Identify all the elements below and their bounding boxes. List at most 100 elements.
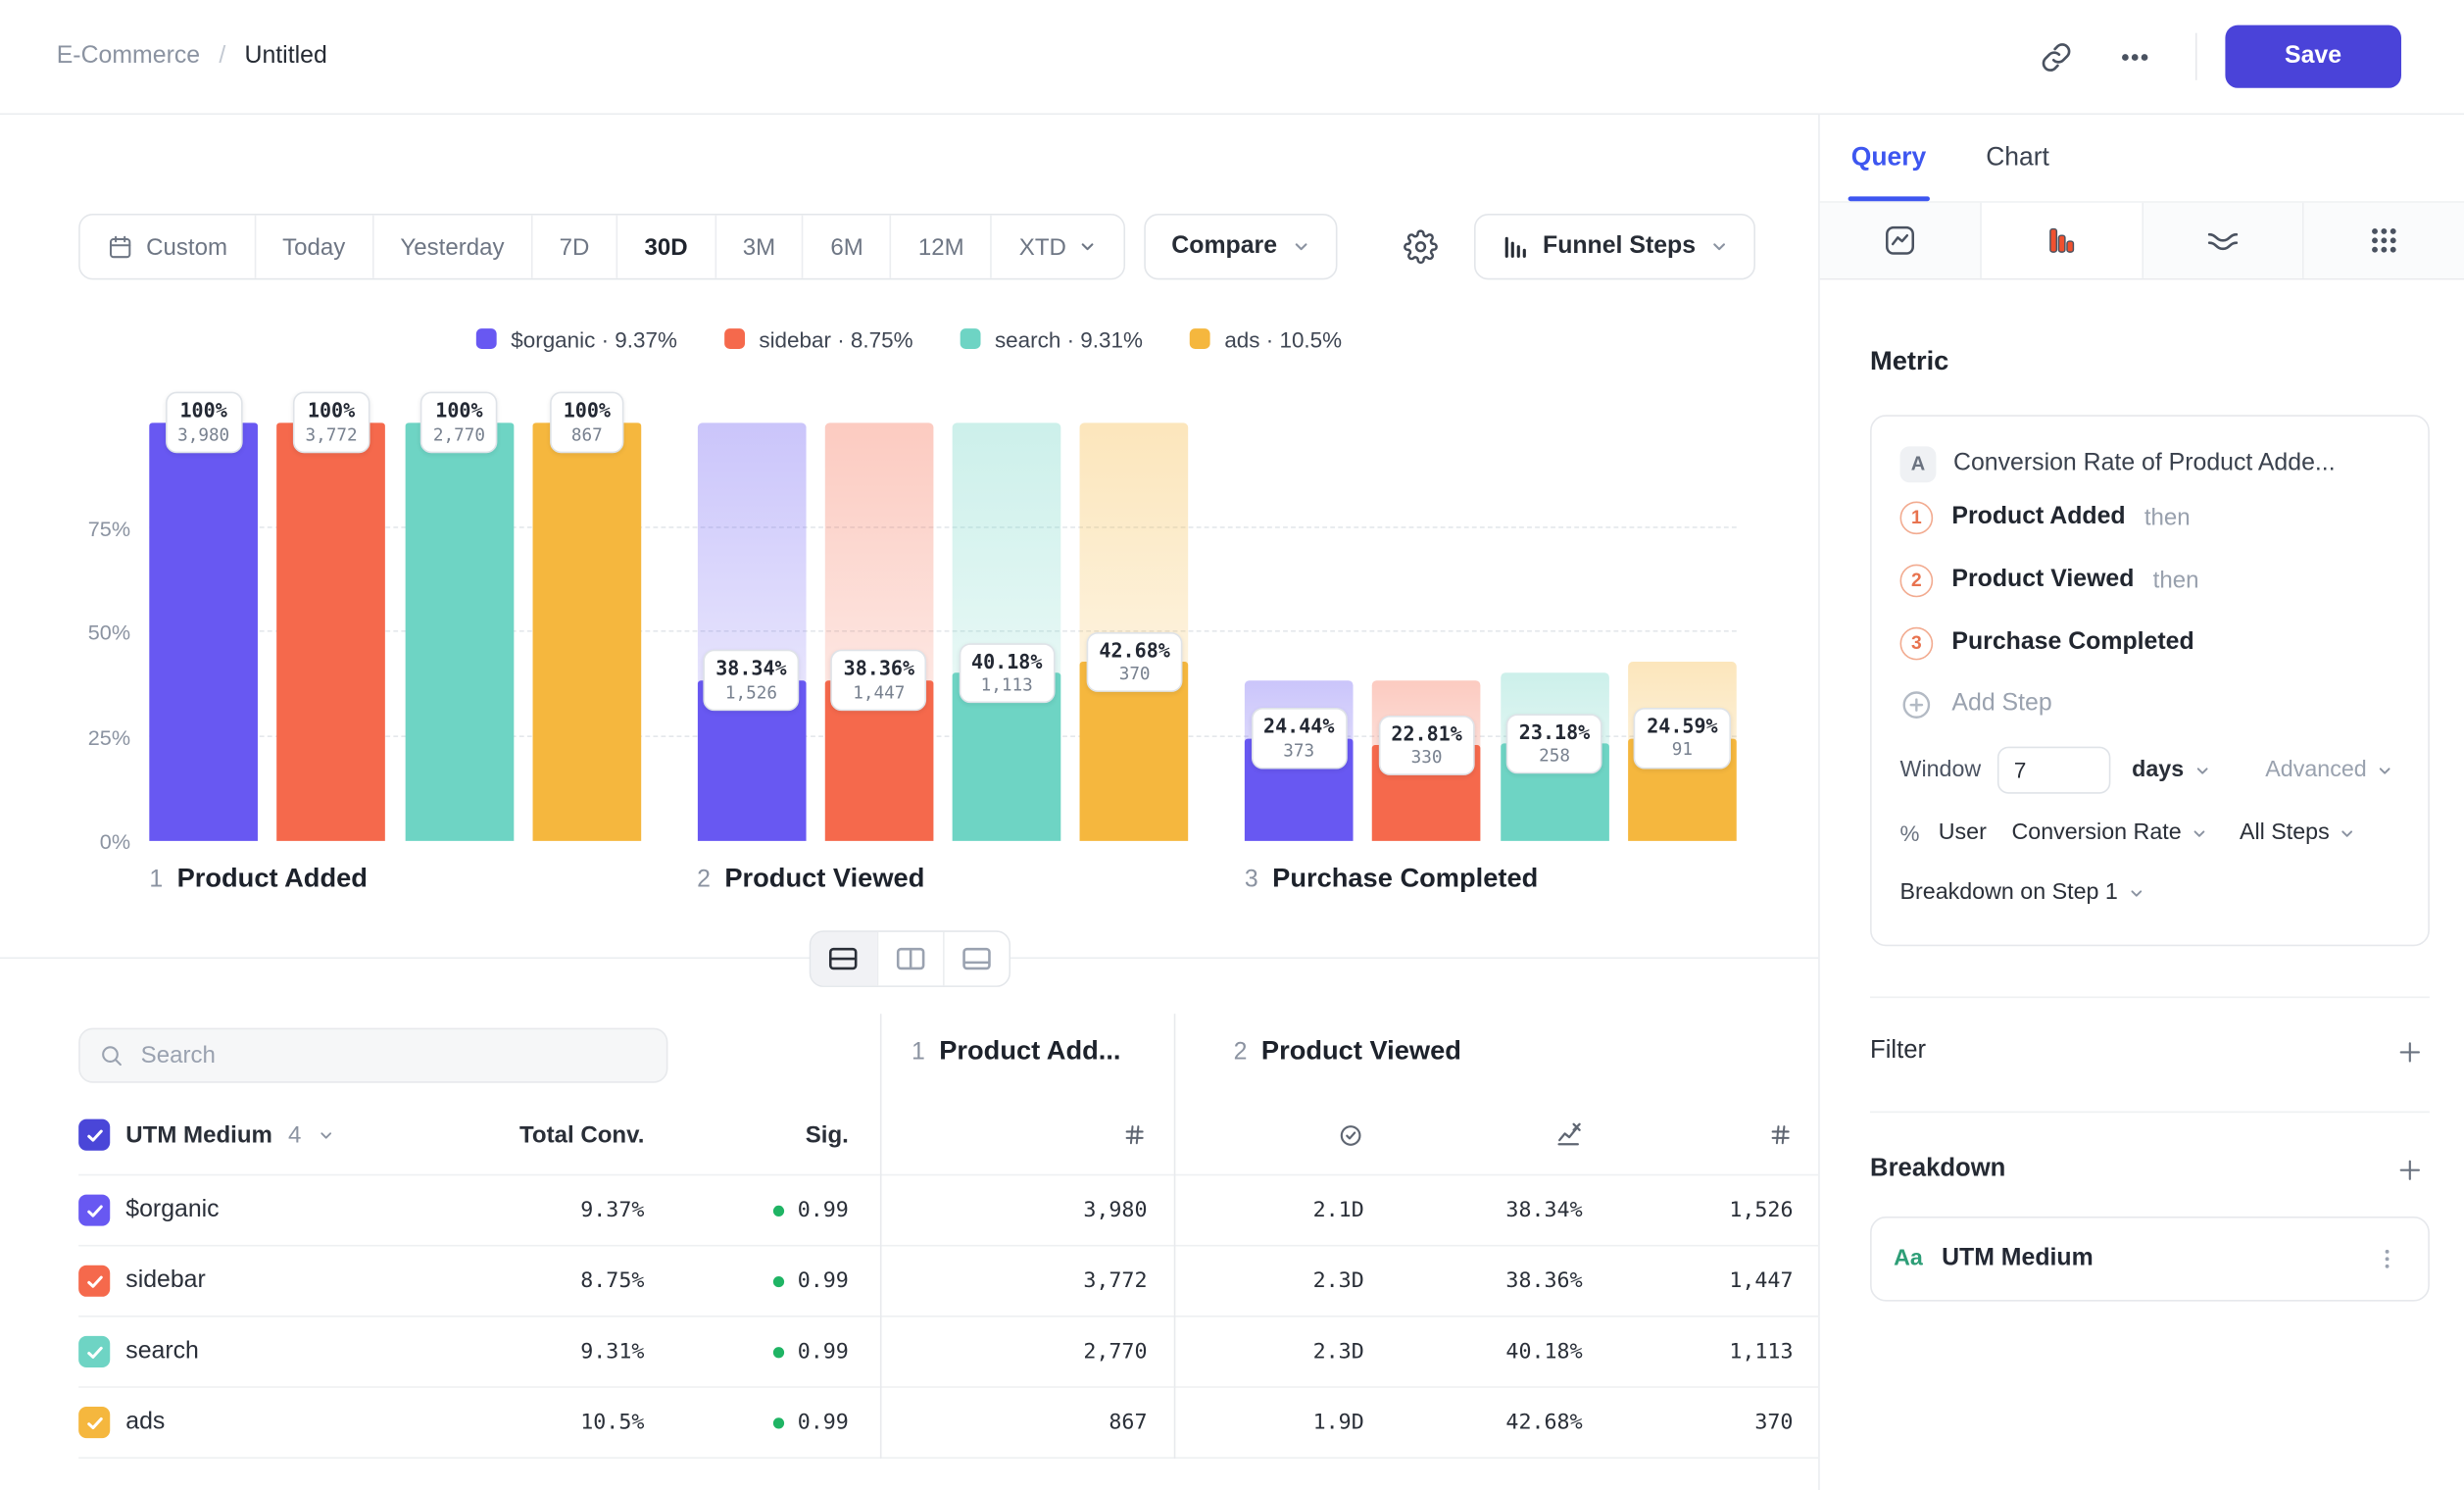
select-all-checkbox[interactable] bbox=[78, 1119, 110, 1151]
legend-item[interactable]: search · 9.31% bbox=[961, 326, 1143, 352]
table-row[interactable]: $organic9.37%0.993,9802.1D38.34%1,526 bbox=[78, 1175, 1820, 1246]
compare-button[interactable]: Compare bbox=[1145, 214, 1337, 279]
funnel-bar[interactable]: 40.18%1,113 bbox=[953, 422, 1061, 841]
funnel-bar[interactable]: 22.81%330 bbox=[1372, 422, 1481, 841]
search-input[interactable] bbox=[137, 1040, 647, 1069]
advanced-toggle[interactable]: Advanced bbox=[2259, 758, 2400, 783]
range-yesterday-button[interactable]: Yesterday bbox=[372, 216, 531, 278]
layout-split-vertical-button[interactable] bbox=[876, 932, 942, 986]
funnel-bar-fill bbox=[149, 422, 258, 841]
chart-type-funnel-button[interactable] bbox=[1981, 203, 2143, 278]
funnel-bar[interactable]: 24.44%373 bbox=[1245, 422, 1354, 841]
legend-item[interactable]: sidebar · 8.75% bbox=[724, 326, 913, 352]
significance-number: 0.99 bbox=[798, 1410, 849, 1435]
measured-as-select[interactable]: Conversion Rate bbox=[2005, 820, 2214, 846]
funnel-bar[interactable]: 100%867 bbox=[533, 422, 642, 841]
compare-label: Compare bbox=[1171, 232, 1277, 261]
legend-item[interactable]: ads · 10.5% bbox=[1190, 326, 1342, 352]
more-options-button[interactable] bbox=[2104, 25, 2167, 88]
step1-count-header[interactable] bbox=[880, 1122, 1174, 1148]
share-link-button[interactable] bbox=[2025, 25, 2088, 88]
conversion-rate-header[interactable] bbox=[1364, 1120, 1583, 1149]
steps-scope-select[interactable]: All Steps bbox=[2234, 820, 2363, 846]
breakdown-section-header: Breakdown bbox=[1870, 1144, 2430, 1194]
total-conv-header[interactable]: Total Conv. bbox=[471, 1121, 644, 1148]
row-checkbox[interactable] bbox=[78, 1266, 110, 1297]
view-type-label: Funnel Steps bbox=[1543, 232, 1696, 261]
funnel-bar[interactable]: 100%3,980 bbox=[149, 422, 258, 841]
funnel-bar[interactable]: 100%2,770 bbox=[405, 422, 514, 841]
measured-as-row: % User Conversion Rate All Steps bbox=[1900, 807, 2400, 861]
significance-dot bbox=[774, 1275, 785, 1286]
funnel-bar[interactable]: 100%3,772 bbox=[277, 422, 386, 841]
row-checkbox[interactable] bbox=[78, 1407, 110, 1438]
funnel-bar[interactable]: 24.59%91 bbox=[1628, 422, 1737, 841]
significance-header[interactable]: Sig. bbox=[644, 1121, 848, 1148]
legend-item[interactable]: $organic · 9.37% bbox=[476, 326, 677, 352]
chart-percent-icon bbox=[1554, 1120, 1583, 1149]
step-number-badge: 3 bbox=[1900, 626, 1934, 660]
breadcrumb-current[interactable]: Untitled bbox=[245, 42, 327, 71]
query-step-row[interactable]: 2Product Viewedthen bbox=[1900, 549, 2400, 612]
funnel-step-captions: 1Product Added2Product Viewed3Purchase C… bbox=[149, 863, 1736, 894]
breakdown-on-select[interactable]: Breakdown on Step 1 bbox=[1900, 880, 2151, 906]
range-12m-button[interactable]: 12M bbox=[890, 216, 991, 278]
row-checkbox[interactable] bbox=[78, 1336, 110, 1367]
layout-split-horizontal-button[interactable] bbox=[811, 932, 876, 986]
bar-count-value: 258 bbox=[1519, 746, 1590, 769]
bar-count-value: 867 bbox=[564, 424, 611, 447]
metric-card-header[interactable]: A Conversion Rate of Product Adde... bbox=[1900, 442, 2400, 486]
funnel-step-group: 38.34%1,52638.36%1,44740.18%1,11342.68%3… bbox=[697, 422, 1189, 841]
tab-chart[interactable]: Chart bbox=[1983, 115, 2052, 201]
query-step-row[interactable]: 3 Purchase Completed bbox=[1900, 612, 2400, 674]
bar-count-value: 3,772 bbox=[305, 424, 357, 447]
measured-user-label[interactable]: User bbox=[1939, 820, 1987, 846]
window-value-input[interactable] bbox=[1996, 747, 2109, 794]
range-6m-button[interactable]: 6M bbox=[802, 216, 890, 278]
bar-value-label: 23.18%258 bbox=[1506, 714, 1602, 774]
query-step-row[interactable]: 1Product Addedthen bbox=[1900, 485, 2400, 548]
table-row[interactable]: search9.31%0.992,7702.3D40.18%1,113 bbox=[78, 1317, 1820, 1388]
tab-query[interactable]: Query bbox=[1848, 115, 1930, 201]
range-7d-button[interactable]: 7D bbox=[531, 216, 616, 278]
range-3m-button[interactable]: 3M bbox=[715, 216, 803, 278]
legend-label: ads · 10.5% bbox=[1224, 326, 1342, 352]
query-step-label: Purchase Completed bbox=[1951, 628, 2193, 657]
chart-type-line-button[interactable] bbox=[1820, 203, 1982, 278]
add-filter-button[interactable] bbox=[2390, 1032, 2430, 1071]
table-row[interactable]: sidebar8.75%0.993,7722.3D38.36%1,447 bbox=[78, 1246, 1820, 1316]
range-xtd-button[interactable]: XTD bbox=[991, 216, 1124, 278]
chart-type-flow-button[interactable] bbox=[2143, 203, 2304, 278]
breakdown-item-menu-button[interactable] bbox=[2368, 1240, 2405, 1277]
range-custom-button[interactable]: Custom bbox=[80, 216, 254, 278]
legend-swatch bbox=[961, 328, 981, 349]
y-axis-tick: 50% bbox=[55, 621, 130, 644]
group-by-header[interactable]: UTM Medium 4 bbox=[78, 1119, 471, 1151]
funnel-bar[interactable]: 38.36%1,447 bbox=[825, 422, 934, 841]
step2-count-header[interactable] bbox=[1583, 1122, 1820, 1148]
layout-bottom-panel-button[interactable] bbox=[942, 932, 1008, 986]
step2-time-value: 1.9D bbox=[1174, 1410, 1364, 1435]
row-checkbox[interactable] bbox=[78, 1195, 110, 1226]
window-unit-select[interactable]: days bbox=[2126, 758, 2217, 783]
chart-type-grid-button[interactable] bbox=[2304, 203, 2464, 278]
breadcrumb: E-Commerce / Untitled bbox=[57, 42, 327, 71]
chart-settings-button[interactable] bbox=[1389, 216, 1452, 278]
view-type-button[interactable]: Funnel Steps bbox=[1473, 214, 1755, 279]
table-row[interactable]: ads10.5%0.998671.9D42.68%370 bbox=[78, 1388, 1820, 1459]
check-icon bbox=[84, 1270, 105, 1291]
add-breakdown-button[interactable] bbox=[2390, 1150, 2430, 1189]
range-30d-button[interactable]: 30D bbox=[616, 216, 715, 278]
funnel-bar[interactable]: 38.34%1,526 bbox=[697, 422, 806, 841]
bar-count-value: 373 bbox=[1263, 740, 1334, 763]
avg-time-header[interactable] bbox=[1174, 1121, 1364, 1148]
add-step-button[interactable]: Add Step bbox=[1900, 674, 2052, 734]
bar-value-label: 24.59%91 bbox=[1634, 708, 1730, 769]
range-today-button[interactable]: Today bbox=[254, 216, 371, 278]
funnel-bar[interactable]: 42.68%370 bbox=[1080, 422, 1189, 841]
breadcrumb-parent[interactable]: E-Commerce bbox=[57, 42, 200, 71]
funnel-bar[interactable]: 23.18%258 bbox=[1501, 422, 1609, 841]
save-button[interactable]: Save bbox=[2225, 25, 2401, 88]
chart-type-strip bbox=[1820, 201, 2464, 279]
breakdown-item[interactable]: Aa UTM Medium bbox=[1870, 1217, 2430, 1302]
